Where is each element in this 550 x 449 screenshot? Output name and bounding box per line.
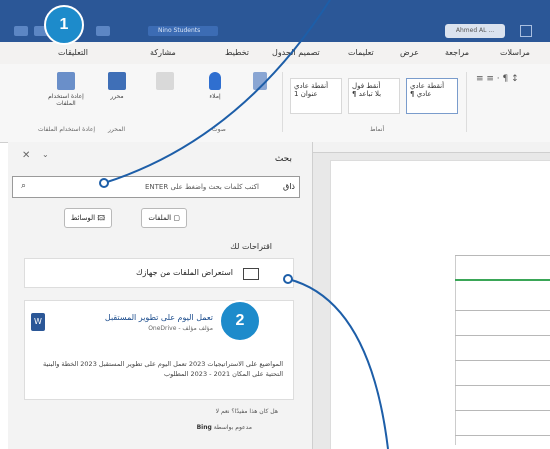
table-line [455,360,550,361]
reuse-files-button[interactable]: إعادة استخدام الملفات [40,72,92,107]
editor-icon [108,72,126,90]
group-label-voice: صوت [212,126,226,133]
ribbon-separator [466,72,467,132]
tab-table-design[interactable]: تصميم الجدول [272,48,320,57]
ribbon-tabs: مراسلات مراجعة عرض تعليمات تصميم الجدول … [0,42,550,65]
tab-help[interactable]: تعليمات [348,48,374,57]
save-icon[interactable] [14,26,28,36]
group-label-editor: المحرر [108,126,126,133]
callout-badge-1: 1 [44,5,84,45]
dictate-button[interactable]: إملاء [200,72,230,100]
browse-files-button[interactable]: استعراض الملفات من جهازك [24,258,294,288]
paragraph-controls[interactable]: ≡ ≡ · ¶ ↕ [476,74,542,84]
style-option-2[interactable]: أنقط فول ¶ بلا تباعد [348,78,400,114]
table-line [455,435,550,436]
tab-review[interactable]: مراجعة [445,48,469,57]
title-search[interactable]: Ahmed AL ... [445,24,505,38]
chevron-down-icon[interactable]: ⌄ [42,150,49,159]
powered-by: مدعوم بواسطة Bing [196,424,252,431]
table-border [455,255,456,445]
search-placeholder: اكتب كلمات بحث واضغط على ENTER [144,183,259,191]
table-line [455,410,550,411]
table-highlight-line [455,279,550,281]
maximize-icon[interactable] [520,25,532,37]
quick-access-icon[interactable] [96,26,110,36]
microphone-icon [209,72,221,90]
browse-label: استعراض الملفات من جهازك [136,268,233,277]
tab-view[interactable]: عرض [400,48,419,57]
file-icon: ▢ [173,214,180,222]
suggestions-header: اقتراحات لك [230,242,272,251]
reader-icon [253,72,267,90]
folder-icon [243,268,259,280]
search-input[interactable]: ذاق اكتب كلمات بحث واضغط على ENTER ⌕ [12,176,300,198]
ruler [312,142,550,153]
word-window: Nino Students Ahmed AL ... مراسلات مراجع… [0,0,550,449]
media-icon: 🖾 [97,214,105,222]
tab-layout[interactable]: تخطيط [225,48,249,57]
editor-button[interactable]: محرر [102,72,132,100]
pane-title: بحث [274,154,292,164]
immersive-reader-button[interactable] [248,72,272,93]
search-label: ذاق [283,182,295,191]
share-button[interactable]: مشاركة [150,48,176,57]
comments-button[interactable]: التعليقات [58,48,88,57]
media-filter-button[interactable]: 🖾 الوسائط [63,208,112,228]
table-line [455,310,550,311]
document-table[interactable] [455,255,550,445]
result-title[interactable]: تعمل اليوم على تطوير المستقبل [105,313,213,322]
app-title: Nino Students [148,26,218,36]
bing-logo: Bing [196,424,212,431]
close-icon[interactable]: ✕ [22,150,30,161]
style-option-normal[interactable]: أنقطة عادي ¶ عادي [406,78,458,114]
word-icon: W [31,313,45,331]
reuse-files-icon [57,72,75,90]
search-pane: ✕ ⌄ بحث ذاق اكتب كلمات بحث واضغط على ENT… [8,142,313,449]
sensitivity-button[interactable] [150,72,180,93]
table-line [455,385,550,386]
files-filter-button[interactable]: ▢ الملفات [141,208,187,228]
feedback-text[interactable]: هل كان هذا مفيدًا؟ نعم لا [216,408,278,415]
ribbon-separator [282,72,283,132]
tab-mailings[interactable]: مراسلات [500,48,530,57]
callout-badge-2: 2 [219,300,261,342]
sensitivity-icon [156,72,174,90]
search-icon[interactable]: ⌕ [21,181,26,191]
group-label-styles: أنماط [370,126,385,133]
group-label-reuse: إعادة استخدام الملفات [38,126,96,133]
table-line [455,255,550,256]
result-description: المواضيع على الاستراتيجيات 2023 تعمل الي… [43,360,283,378]
ribbon: إعادة استخدام الملفات محرر إملاء أنقطة ع… [0,64,550,143]
result-subtitle: مؤلف مؤلف - OneDrive [148,325,213,332]
table-line [455,335,550,336]
style-option-3[interactable]: أنقطة عادي عنوان 1 [290,78,342,114]
